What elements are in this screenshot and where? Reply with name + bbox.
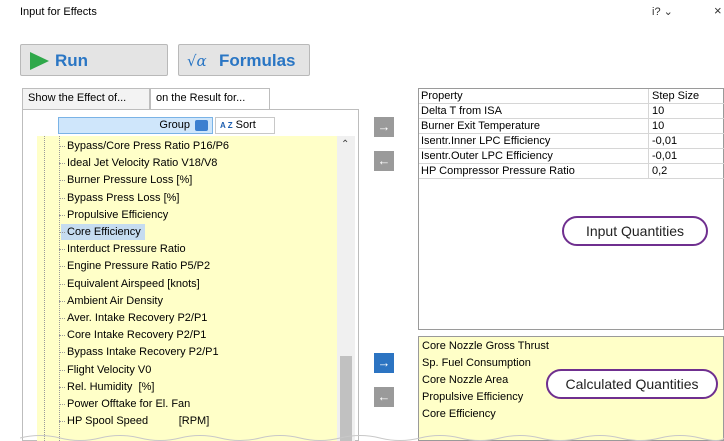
list-header: Group A Z Sort <box>58 117 358 134</box>
scroll-up-icon[interactable]: ⌃ <box>341 139 349 150</box>
input-quantities-grid: Property Step Size Delta T from ISA 10 Bur… <box>418 88 724 330</box>
tree-item[interactable]: Burner Pressure Loss [%] <box>58 172 192 188</box>
tree-item[interactable]: Bypass Press Loss [%] <box>59 190 180 206</box>
grid-row[interactable]: HP Compressor Pressure Ratio 0,2 <box>419 164 724 179</box>
step-size-cell[interactable]: -0,01 <box>649 134 724 149</box>
run-label: Run <box>55 51 89 70</box>
tree-scrollbar[interactable]: ⌃ <box>337 136 355 441</box>
tree-item[interactable]: Flight Velocity V0 <box>58 362 151 378</box>
property-cell[interactable]: HP Compressor Pressure Ratio <box>419 164 649 179</box>
sort-az-icon: A Z <box>220 121 233 130</box>
group-label: Group <box>159 119 190 131</box>
grid-row[interactable]: Delta T from ISA 10 <box>419 104 724 119</box>
result-tree: Bypass/Core Press Ratio P16/P6 Ideal Jet … <box>37 136 337 441</box>
sort-button[interactable]: A Z Sort <box>215 117 275 134</box>
grid-row[interactable]: Burner Exit Temperature 10 <box>419 119 724 134</box>
tree-item[interactable]: Equivalent Airspeed [knots] <box>59 276 200 292</box>
formula-icon: √α <box>187 52 207 70</box>
grid-header-row: Property Step Size <box>419 89 724 104</box>
close-icon[interactable]: × <box>714 3 722 18</box>
tree-item[interactable]: Core Efficiency <box>59 224 145 240</box>
tree-item[interactable]: Aver. Intake Recovery P2/P1 <box>58 310 207 326</box>
tree-item[interactable]: Ideal Jet Velocity Ratio V18/V8 <box>58 155 217 171</box>
remove-result-arrow-button[interactable]: ← <box>374 387 394 407</box>
group-icon <box>195 120 208 131</box>
property-cell[interactable]: Burner Exit Temperature <box>419 119 649 134</box>
tree-item[interactable]: Bypass/Core Press Ratio P16/P6 <box>58 138 229 154</box>
tree-item[interactable]: Propulsive Efficiency <box>58 207 168 223</box>
grid-row[interactable]: Isentr.Outer LPC Efficiency -0,01 <box>419 149 724 164</box>
property-header[interactable]: Property <box>419 89 649 104</box>
property-cell[interactable]: Delta T from ISA <box>419 104 649 119</box>
step-size-cell[interactable]: -0,01 <box>649 149 724 164</box>
tab-show-effect-of[interactable]: Show the Effect of... <box>22 88 150 110</box>
title-bar: Input for Effects i? ⌄ × <box>0 0 724 24</box>
play-icon <box>30 52 49 70</box>
calculated-item[interactable]: Core Nozzle Area <box>422 373 508 388</box>
help-icon[interactable]: i? ⌄ <box>652 5 673 18</box>
scroll-thumb[interactable] <box>340 356 352 441</box>
tree-item[interactable]: Engine Pressure Ratio P5/P2 <box>58 258 210 274</box>
tree-item[interactable]: Power Offtake for El. Fan <box>58 396 190 412</box>
help-label: i? <box>652 6 661 18</box>
chevron-down-icon: ⌄ <box>660 6 673 18</box>
formulas-button[interactable]: √α Formulas <box>178 44 310 76</box>
step-size-header[interactable]: Step Size <box>649 89 724 104</box>
step-size-cell[interactable]: 10 <box>649 119 724 134</box>
torn-edge-decoration <box>20 435 724 441</box>
tree-item[interactable]: Core Intake Recovery P2/P1 <box>58 327 206 343</box>
property-cell[interactable]: Isentr.Inner LPC Efficiency <box>419 134 649 149</box>
window-title: Input for Effects <box>20 6 97 18</box>
tree-item[interactable]: Rel. Humidity [%] <box>58 379 154 395</box>
property-cell[interactable]: Isentr.Outer LPC Efficiency <box>419 149 649 164</box>
calculated-quantities-callout: Calculated Quantities <box>546 369 718 399</box>
calculated-item[interactable]: Propulsive Efficiency <box>422 390 523 405</box>
formulas-label: Formulas <box>219 51 296 70</box>
tree-item[interactable]: HP Spool Speed [RPM] <box>58 413 209 429</box>
calculated-item[interactable]: Sp. Fuel Consumption <box>422 356 531 371</box>
add-input-arrow-button[interactable]: → <box>374 117 394 137</box>
calculated-item[interactable]: Core Nozzle Gross Thrust <box>422 339 549 354</box>
tree-item[interactable]: Bypass Intake Recovery P2/P1 <box>59 344 219 360</box>
tree-item[interactable]: Ambient Air Density <box>59 293 163 309</box>
calculated-item[interactable]: Core Efficiency <box>422 407 496 422</box>
run-button[interactable]: Run <box>20 44 168 76</box>
grid-row[interactable]: Isentr.Inner LPC Efficiency -0,01 <box>419 134 724 149</box>
input-quantities-callout: Input Quantities <box>562 216 708 246</box>
tree-line <box>59 136 60 441</box>
step-size-cell[interactable]: 10 <box>649 104 724 119</box>
add-result-arrow-button[interactable]: → <box>374 353 394 373</box>
step-size-cell[interactable]: 0,2 <box>649 164 724 179</box>
sort-label: Sort <box>235 119 256 131</box>
tree-line <box>44 136 45 441</box>
group-button[interactable]: Group <box>58 117 213 134</box>
tree-item[interactable]: Interduct Pressure Ratio <box>59 241 186 257</box>
remove-input-arrow-button[interactable]: ← <box>374 151 394 171</box>
tab-on-result-for[interactable]: on the Result for... <box>150 88 270 110</box>
